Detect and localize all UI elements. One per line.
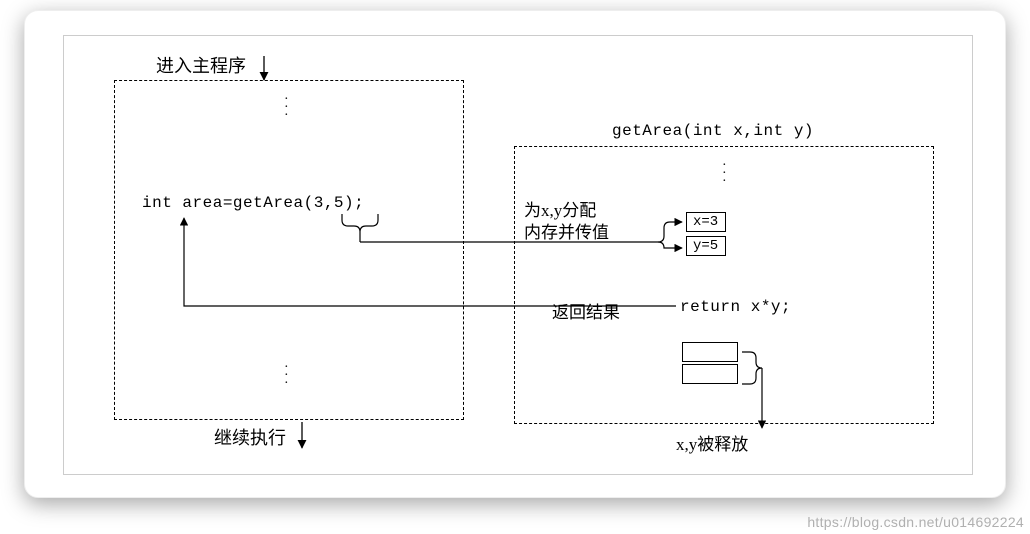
callee-signature: getArea(int x,int y)	[612, 122, 814, 140]
alloc-label: 为x,y分配 内存并传值	[524, 200, 609, 244]
outer-frame: 进入主程序 ··· int area=getArea(3,5); ··· 继续执…	[63, 35, 973, 475]
alloc-label-l1: 为x,y分配	[524, 201, 596, 220]
return-label: 返回结果	[552, 298, 620, 323]
valbox-x: x=3	[686, 212, 726, 232]
release-label: x,y被释放	[676, 430, 748, 455]
alloc-label-l2: 内存并传值	[524, 223, 609, 242]
vdots-callee-top: ···	[722, 162, 728, 186]
release-box-2	[682, 364, 738, 384]
vdots-main-bot: ···	[284, 364, 290, 388]
release-box-1	[682, 342, 738, 362]
continue-label: 继续执行	[214, 424, 286, 450]
valbox-y: y=5	[686, 236, 726, 256]
return-code: return x*y;	[680, 298, 791, 316]
enter-label: 进入主程序	[156, 52, 246, 78]
watermark: https://blog.csdn.net/u014692224	[807, 514, 1024, 530]
call-code: int area=getArea(3,5);	[142, 194, 364, 212]
vdots-main-top: ···	[284, 96, 290, 120]
diagram-card: 进入主程序 ··· int area=getArea(3,5); ··· 继续执…	[24, 10, 1006, 498]
